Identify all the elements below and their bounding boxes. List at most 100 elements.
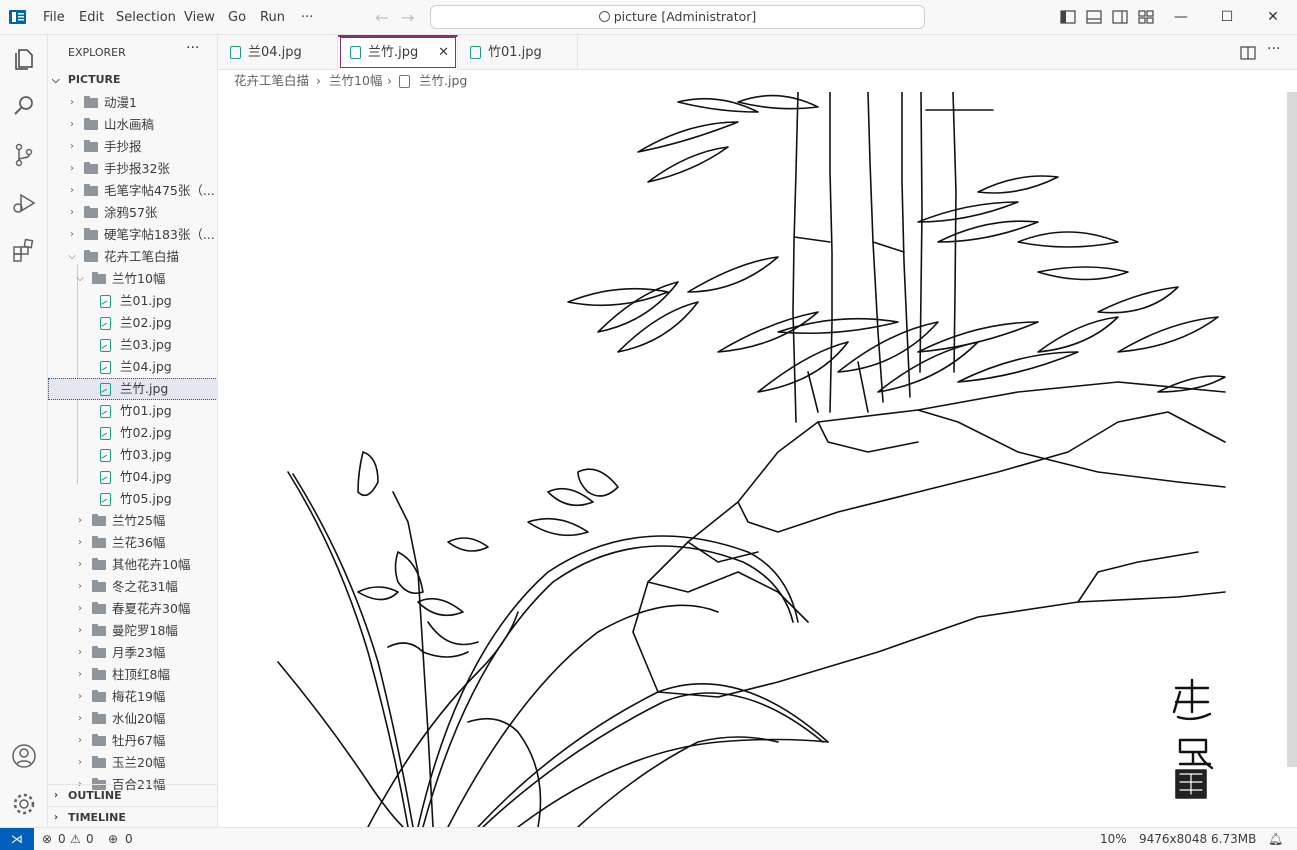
vscode-logo-icon[interactable]	[9, 9, 26, 25]
tree-folder[interactable]: › 手抄报	[48, 136, 217, 158]
chevron-right-icon[interactable]: ›	[74, 510, 86, 532]
tree-file[interactable]: 竹02.jpg	[48, 422, 217, 444]
tree-file[interactable]: 竹03.jpg	[48, 444, 217, 466]
tree-folder[interactable]: › 硬笔字帖183张（...	[48, 224, 217, 246]
image-preview[interactable]	[218, 92, 1297, 827]
close-window-button[interactable]: ✕	[1250, 0, 1296, 35]
explorer-more-actions[interactable]: ···	[186, 40, 199, 56]
chevron-right-icon[interactable]: ›	[66, 158, 78, 180]
tree-folder[interactable]: › 动漫1	[48, 92, 217, 114]
chevron-right-icon[interactable]: ›	[74, 554, 86, 576]
close-tab-icon[interactable]: ✕	[438, 37, 449, 68]
chevron-right-icon[interactable]: ›	[74, 708, 86, 730]
vertical-scrollbar[interactable]	[1287, 92, 1297, 767]
ports-icon[interactable]: ⊕	[108, 828, 118, 850]
tree-folder[interactable]: › 兰花36幅	[48, 532, 217, 554]
tree-folder[interactable]: › 冬之花31幅	[48, 576, 217, 598]
tree-folder[interactable]: › 玉兰20幅	[48, 752, 217, 774]
chevron-right-icon[interactable]: ›	[66, 180, 78, 202]
tree-folder[interactable]: › 梅花19幅	[48, 686, 217, 708]
tab-zhu01[interactable]: 竹01.jpg	[458, 35, 578, 70]
command-center-search[interactable]: picture [Administrator]	[430, 5, 925, 29]
chevron-right-icon[interactable]: ›	[74, 730, 86, 752]
breadcrumb-item[interactable]: 兰竹10幅	[329, 70, 382, 92]
tree-folder[interactable]: › 柱顶红8幅	[48, 664, 217, 686]
menu-view[interactable]: View	[184, 0, 215, 35]
tree-file[interactable]: 竹01.jpg	[48, 400, 217, 422]
chevron-right-icon[interactable]: ›	[74, 620, 86, 642]
menu-file[interactable]: File	[43, 0, 65, 35]
chevron-right-icon[interactable]: ›	[74, 664, 86, 686]
tree-folder[interactable]: › 牡丹67幅	[48, 730, 217, 752]
chevron-right-icon[interactable]: ›	[74, 686, 86, 708]
tree-file[interactable]: 竹05.jpg	[48, 488, 217, 510]
settings-gear-icon[interactable]	[10, 790, 38, 818]
toggle-panel-icon[interactable]	[1086, 9, 1102, 25]
breadcrumb-item[interactable]: 兰竹.jpg	[419, 70, 467, 92]
zoom-level[interactable]: 10%	[1100, 828, 1127, 850]
outline-panel-header[interactable]: › OUTLINE	[48, 784, 218, 806]
tree-folder[interactable]: ⌵ 兰竹10幅	[48, 268, 217, 290]
chevron-right-icon[interactable]: ›	[74, 752, 86, 774]
tree-file[interactable]: 兰03.jpg	[48, 334, 217, 356]
timeline-panel-header[interactable]: › TIMELINE	[48, 806, 218, 828]
error-count[interactable]: 0	[58, 828, 66, 850]
breadcrumb-item[interactable]: 花卉工笔白描	[234, 70, 309, 92]
tree-folder[interactable]: › 春夏花卉30幅	[48, 598, 217, 620]
tree-folder[interactable]: › 曼陀罗18幅	[48, 620, 217, 642]
tree-folder[interactable]: › 其他花卉10幅	[48, 554, 217, 576]
chevron-right-icon[interactable]: ›	[66, 224, 78, 246]
chevron-right-icon[interactable]: ›	[66, 202, 78, 224]
source-control-icon[interactable]	[10, 141, 38, 169]
menu-go[interactable]: Go	[228, 0, 246, 35]
warning-icon[interactable]: ⚠	[70, 828, 81, 850]
menu-edit[interactable]: Edit	[79, 0, 104, 35]
workspace-root[interactable]: ⌵ PICTURE	[52, 73, 121, 86]
warning-count[interactable]: 0	[86, 828, 94, 850]
tree-file[interactable]: 兰02.jpg	[48, 312, 217, 334]
chevron-right-icon[interactable]: ›	[74, 598, 86, 620]
tree-folder[interactable]: ⌵ 花卉工笔白描	[48, 246, 217, 268]
chevron-right-icon[interactable]: ›	[66, 136, 78, 158]
remote-indicator-icon[interactable]: ⋊	[0, 828, 34, 850]
notifications-bell-icon[interactable]: 🔔︎	[1268, 828, 1283, 850]
tab-lan04[interactable]: 兰04.jpg	[218, 35, 338, 70]
ports-count[interactable]: 0	[125, 828, 133, 850]
error-icon[interactable]: ⊗	[42, 828, 52, 850]
tree-file[interactable]: 竹04.jpg	[48, 466, 217, 488]
run-debug-icon[interactable]	[10, 189, 38, 217]
tab-lanzhu[interactable]: 兰竹.jpg ✕	[338, 35, 458, 70]
chevron-right-icon[interactable]: ›	[74, 532, 86, 554]
menu-more[interactable]: ···	[301, 0, 313, 35]
tree-folder[interactable]: › 兰竹25幅	[48, 510, 217, 532]
search-view-icon[interactable]	[10, 92, 38, 120]
tree-file[interactable]: 兰01.jpg	[48, 290, 217, 312]
chevron-down-icon[interactable]: ⌵	[66, 246, 78, 268]
minimize-button[interactable]: —	[1158, 0, 1204, 35]
chevron-down-icon[interactable]: ⌵	[74, 268, 86, 290]
forward-arrow-icon[interactable]: →	[401, 8, 414, 27]
chevron-right-icon[interactable]: ›	[66, 92, 78, 114]
tree-folder[interactable]: › 手抄报32张	[48, 158, 217, 180]
tree-folder[interactable]: › 水仙20幅	[48, 708, 217, 730]
maximize-button[interactable]: ☐	[1204, 0, 1250, 35]
toggle-secondary-sidebar-icon[interactable]	[1112, 9, 1128, 25]
menu-run[interactable]: Run	[260, 0, 285, 35]
extensions-icon[interactable]	[10, 237, 38, 265]
tree-file[interactable]: 兰04.jpg	[48, 356, 217, 378]
split-editor-icon[interactable]	[1240, 45, 1256, 61]
accounts-icon[interactable]	[10, 742, 38, 770]
explorer-files-icon[interactable]	[10, 45, 38, 73]
tree-folder[interactable]: › 涂鸦57张	[48, 202, 217, 224]
customize-layout-icon[interactable]	[1138, 9, 1154, 25]
chevron-right-icon[interactable]: ›	[66, 114, 78, 136]
editor-more-actions-icon[interactable]: ···	[1267, 41, 1280, 57]
chevron-right-icon[interactable]: ›	[74, 642, 86, 664]
menu-selection[interactable]: Selection	[116, 0, 176, 35]
back-arrow-icon[interactable]: ←	[375, 8, 388, 27]
toggle-primary-sidebar-icon[interactable]	[1060, 9, 1076, 25]
chevron-right-icon[interactable]: ›	[74, 576, 86, 598]
tree-folder[interactable]: › 山水画稿	[48, 114, 217, 136]
tree-folder[interactable]: › 月季23幅	[48, 642, 217, 664]
tree-folder[interactable]: › 毛笔字帖475张（...	[48, 180, 217, 202]
